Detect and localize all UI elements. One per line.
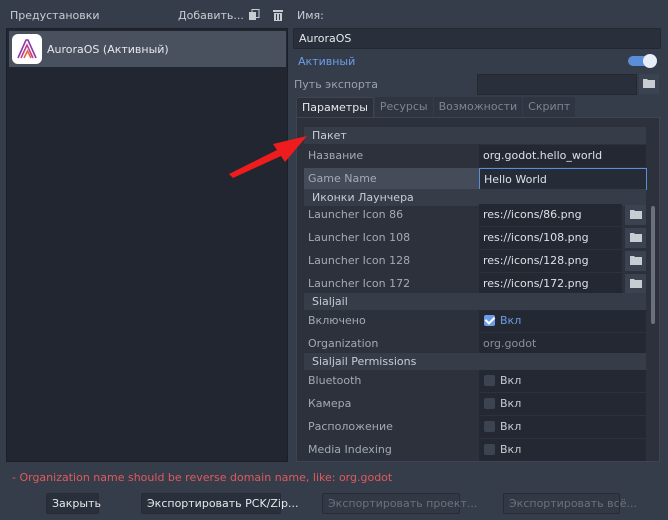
section-package[interactable]: Пакет xyxy=(304,127,646,144)
launcher-icon-86-browse[interactable] xyxy=(625,205,646,225)
property-location: Расположение Вкл xyxy=(304,416,646,438)
name-label: Имя: xyxy=(297,9,324,22)
property-label: Название xyxy=(308,149,364,162)
checkbox-label: Вкл xyxy=(500,443,522,456)
checkbox-label: Вкл xyxy=(500,397,522,410)
location-checkbox[interactable] xyxy=(484,421,495,432)
checkbox-label: Вкл xyxy=(500,314,522,327)
launcher-icon-108-browse[interactable] xyxy=(625,228,646,248)
media-indexing-checkbox[interactable] xyxy=(484,444,495,455)
property-bluetooth: Bluetooth Вкл xyxy=(304,370,646,392)
annotation-arrow-icon xyxy=(229,136,307,178)
active-toggle[interactable] xyxy=(628,54,657,68)
checkbox-label: Вкл xyxy=(500,374,522,387)
property-launcher-icon-172: Launcher Icon 172 res://icons/172.png xyxy=(304,273,646,295)
property-label: Bluetooth xyxy=(308,374,362,387)
property-media-indexing: Media Indexing Вкл xyxy=(304,439,646,461)
duplicate-icon[interactable] xyxy=(248,9,260,21)
add-preset-button[interactable]: Добавить... xyxy=(178,9,244,22)
preset-item-label: AuroraOS (Активный) xyxy=(47,42,169,56)
property-label: Organization xyxy=(308,337,379,350)
active-label: Активный xyxy=(298,55,356,68)
property-label: Media Indexing xyxy=(308,443,392,456)
section-sailjail-permissions[interactable]: Sialjail Permissions xyxy=(304,353,646,370)
property-label: Launcher Icon 108 xyxy=(308,231,411,244)
presets-header-label: Предустановки xyxy=(10,9,100,22)
close-button[interactable]: Закрыть xyxy=(46,493,101,514)
launcher-icon-128-input[interactable]: res://icons/128.png xyxy=(479,250,622,272)
export-all-button[interactable]: Экспортировать всё... xyxy=(503,493,637,514)
launcher-icon-108-input[interactable]: res://icons/108.png xyxy=(479,227,622,249)
preset-item-auroraos[interactable]: AuroraOS (Активный) xyxy=(9,31,286,67)
property-game-name: Game Name Hello World xyxy=(304,168,647,190)
tab-parameters[interactable]: Параметры xyxy=(296,97,374,117)
organization-input[interactable]: org.godot xyxy=(479,333,646,355)
tab-features[interactable]: Возможности xyxy=(433,97,523,117)
folder-icon xyxy=(629,278,642,291)
property-launcher-icon-86: Launcher Icon 86 res://icons/86.png xyxy=(304,204,646,226)
launcher-icon-172-browse[interactable] xyxy=(625,274,646,294)
inspector-scrollbar[interactable] xyxy=(650,120,656,458)
property-name: Название org.godot.hello_world xyxy=(304,145,646,167)
scrollbar-thumb[interactable] xyxy=(651,206,655,324)
export-pck-button[interactable]: Экспортировать PCK/Zip... xyxy=(141,493,298,514)
export-project-button[interactable]: Экспортировать проект... xyxy=(322,493,477,514)
folder-icon xyxy=(629,209,642,222)
launcher-icon-86-input[interactable]: res://icons/86.png xyxy=(479,204,622,226)
section-sailjail[interactable]: Sialjail xyxy=(304,293,646,310)
checkbox-label: Вкл xyxy=(500,420,522,433)
export-path-input[interactable] xyxy=(477,74,637,95)
property-label: Launcher Icon 128 xyxy=(308,254,411,267)
trash-icon[interactable] xyxy=(272,9,284,21)
tab-resources[interactable]: Ресурсы xyxy=(374,97,433,117)
property-label: Launcher Icon 172 xyxy=(308,277,411,290)
preset-name-input[interactable]: AuroraOS xyxy=(293,28,661,49)
property-organization: Organization org.godot xyxy=(304,333,646,355)
camera-checkbox[interactable] xyxy=(484,398,495,409)
parameters-panel: Пакет Название org.godot.hello_world Gam… xyxy=(296,117,660,462)
auroraos-logo xyxy=(12,34,42,64)
property-launcher-icon-108: Launcher Icon 108 res://icons/108.png xyxy=(304,227,646,249)
tab-bar: Параметры Ресурсы Возможности Скрипт xyxy=(296,97,576,118)
error-message: - Organization name should be reverse do… xyxy=(12,471,393,484)
property-camera: Камера Вкл xyxy=(304,393,646,415)
package-name-input[interactable]: org.godot.hello_world xyxy=(479,145,646,167)
property-label: Game Name xyxy=(308,172,377,185)
folder-icon xyxy=(629,255,642,268)
enabled-checkbox[interactable] xyxy=(484,315,495,326)
property-label: Камера xyxy=(308,397,352,410)
launcher-icon-172-input[interactable]: res://icons/172.png xyxy=(479,273,622,295)
game-name-input[interactable]: Hello World xyxy=(479,168,647,190)
launcher-icon-128-browse[interactable] xyxy=(625,251,646,271)
tab-script[interactable]: Скрипт xyxy=(523,97,576,117)
folder-icon xyxy=(629,232,642,245)
property-label: Расположение xyxy=(308,420,393,433)
folder-icon xyxy=(643,78,655,91)
export-path-browse-button[interactable] xyxy=(639,74,659,94)
bluetooth-checkbox[interactable] xyxy=(484,375,495,386)
inspector: Пакет Название org.godot.hello_world Gam… xyxy=(304,118,647,461)
property-label: Launcher Icon 86 xyxy=(308,208,404,221)
property-label: Включено xyxy=(308,314,366,327)
property-enabled: Включено Вкл xyxy=(304,310,646,332)
property-launcher-icon-128: Launcher Icon 128 res://icons/128.png xyxy=(304,250,646,272)
export-path-label: Путь экспорта xyxy=(294,78,378,91)
presets-list: AuroraOS (Активный) xyxy=(6,28,288,462)
